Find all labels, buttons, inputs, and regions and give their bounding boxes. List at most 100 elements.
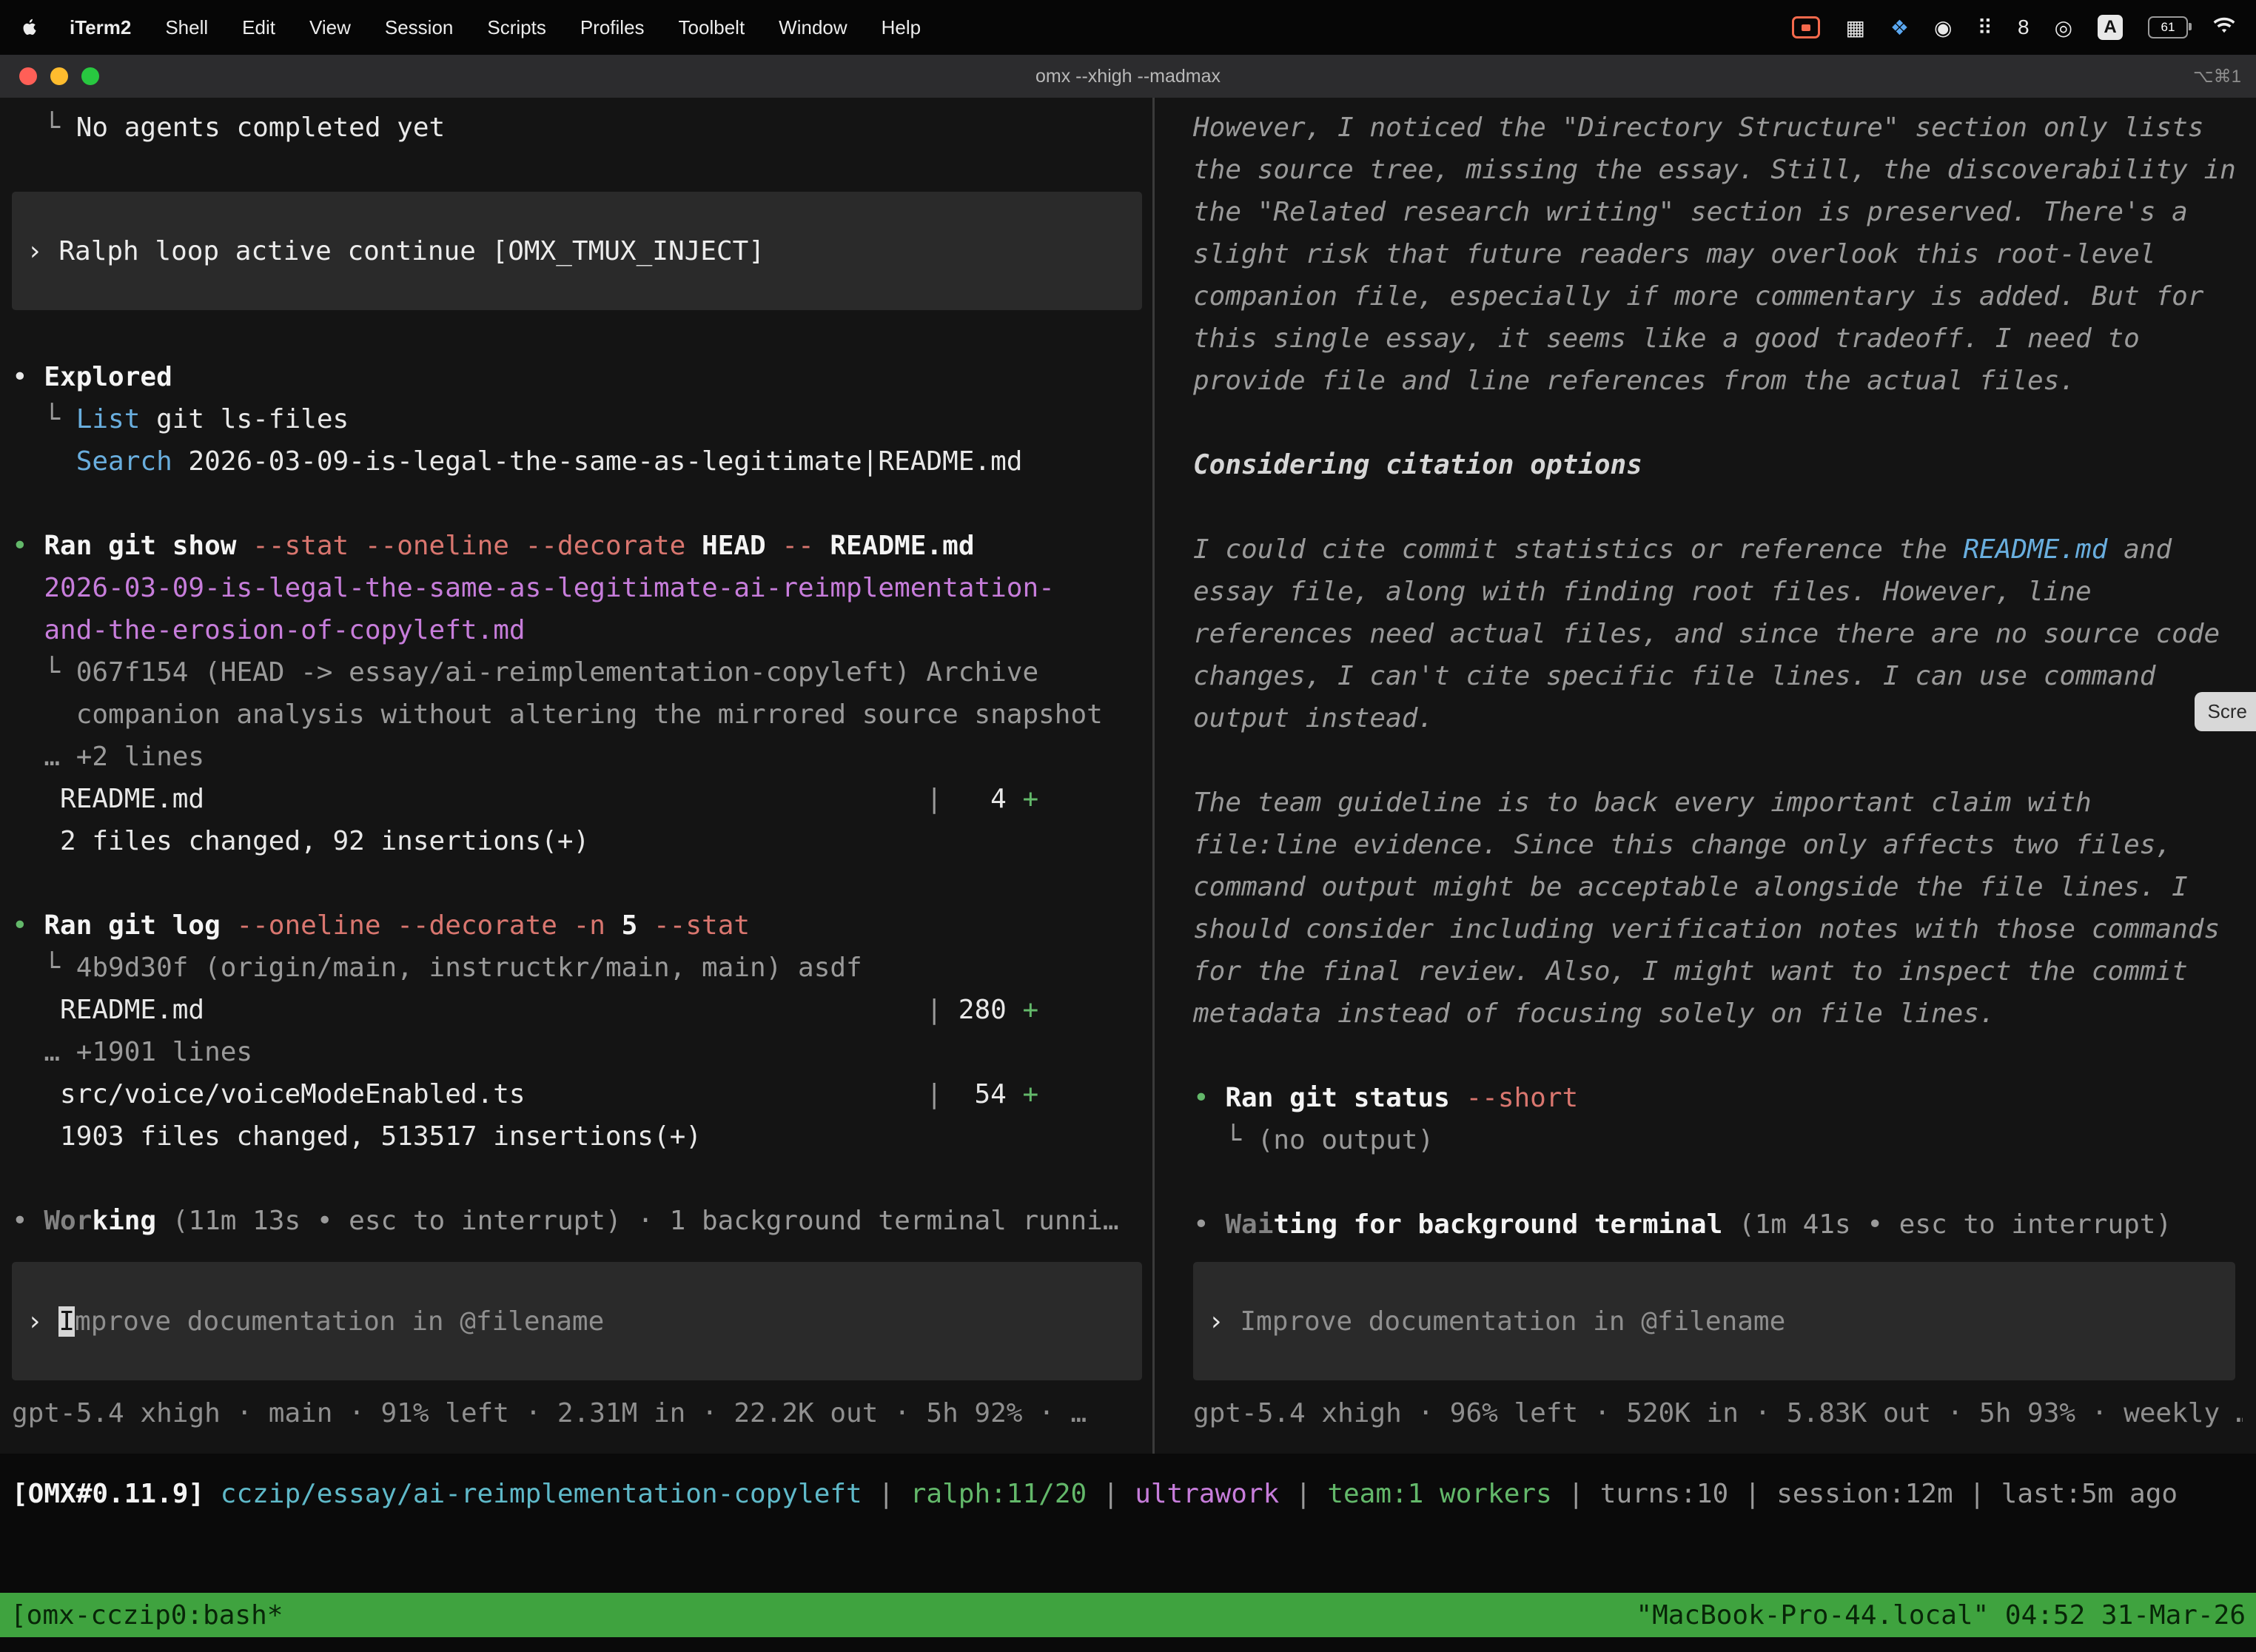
reasoning-paragraph: I could cite commit statistics or refere… [1193, 528, 2243, 739]
terminal-output-left: • Explored └ List git ls-files Search 20… [12, 356, 1149, 1242]
close-button[interactable] [19, 67, 37, 85]
menu-view[interactable]: View [309, 16, 351, 39]
text-segment: └ [1193, 1125, 1258, 1155]
terminal-line: README.md | 280 + [12, 989, 1149, 1031]
disc-icon[interactable]: ◉ [1934, 16, 1952, 40]
text-segment: • [12, 531, 44, 561]
text-segment: | [1728, 1479, 1776, 1509]
text-segment: ralph:11/20 [910, 1479, 1087, 1509]
terminal-line: └ 067f154 (HEAD -> essay/ai-reimplementa… [12, 651, 1149, 694]
menu-session[interactable]: Session [385, 16, 454, 39]
wifi-icon[interactable] [2213, 16, 2235, 39]
battery-percent: 61 [2161, 20, 2175, 35]
text-segment: No agents completed yet [76, 113, 446, 143]
text-segment: turns:10 [1600, 1479, 1728, 1509]
text-segment: 067f154 (HEAD -> essay/ai-reimplementati… [76, 657, 1038, 688]
text-segment: 5 [622, 910, 654, 941]
traffic-lights [19, 67, 99, 85]
terminal-line [12, 862, 1149, 904]
text-segment: | [1953, 1479, 2001, 1509]
text-segment [12, 615, 44, 645]
terminal-line [12, 1158, 1149, 1200]
text-segment: └ [12, 404, 76, 434]
text-segment: team:1 workers [1327, 1479, 1551, 1509]
screen-recording-stop-icon[interactable] [1792, 16, 1820, 38]
terminal-line [12, 483, 1149, 525]
text-segment [12, 573, 44, 603]
key-icon[interactable]: 8 [2018, 16, 2030, 39]
spark-icon[interactable]: ❖ [1890, 16, 1909, 40]
text-segment: README.md [1963, 534, 2107, 565]
menu-toolbelt[interactable]: Toolbelt [679, 16, 745, 39]
text-segment: 54 [942, 1079, 1022, 1109]
tmux-host-label: "MacBook-Pro-44.local" 04:52 31-Mar-26 [1636, 1600, 2246, 1631]
text-segment: 1903 files changed, 513517 insertions(+) [12, 1121, 702, 1152]
text-segment: └ [12, 113, 76, 143]
apple-icon[interactable] [21, 15, 43, 40]
text-segment: Explored [44, 362, 172, 392]
terminal-pane-left[interactable]: └ No agents completed yet › Ralph loop a… [0, 98, 1152, 1454]
terminal-line: and-the-erosion-of-copyleft.md [12, 609, 1149, 651]
menu-help[interactable]: Help [882, 16, 921, 39]
menu-window[interactable]: Window [779, 16, 847, 39]
menu-list: iTerm2 Shell Edit View Session Scripts Profile… [70, 16, 921, 39]
text-segment: The team guideline is to back every impo… [1193, 788, 2220, 1029]
tmux-session-label: [omx-cczip0:bash* [10, 1600, 283, 1631]
zoom-button[interactable] [81, 67, 99, 85]
text-segment: | [926, 784, 942, 814]
text-segment: last:5m ago [2001, 1479, 2178, 1509]
prompt-input-right[interactable]: › Improve documentation in @filename [1193, 1262, 2235, 1380]
terminal-line: └ List git ls-files [12, 398, 1149, 440]
text-segment: 4b9d30f (origin/main, instructkr/main, m… [76, 953, 862, 983]
menu-iterm2[interactable]: iTerm2 [70, 16, 131, 39]
text-segment: src/voice/voiceModeEnabled.ts [12, 1079, 526, 1109]
terminal-line: src/voice/voiceModeEnabled.ts | 54 + [12, 1073, 1149, 1115]
prompt-area-right: › Improve documentation in @filename gpt… [1193, 1262, 2243, 1454]
text-segment: | [1087, 1479, 1135, 1509]
menu-scripts[interactable]: Scripts [487, 16, 545, 39]
text-segment: (11m 13s • esc to interrupt) · 1 backgro… [156, 1206, 1118, 1236]
terminal-line: • Working (11m 13s • esc to interrupt) ·… [12, 1200, 1149, 1242]
text-segment [526, 1079, 927, 1109]
text-segment: List [76, 404, 141, 434]
dots-grid-icon[interactable]: ⠿ [1977, 16, 1993, 40]
text-segment: --oneline --decorate [236, 910, 573, 941]
window-grid-icon[interactable]: ▦ [1845, 16, 1864, 40]
text-segment: --stat [654, 910, 750, 941]
input-source-icon[interactable]: A [2098, 15, 2123, 40]
prompt-input-left[interactable]: › Improve documentation in @filename [12, 1262, 1142, 1380]
terminal-line: README.md | 4 + [12, 778, 1149, 820]
text-segment: | [862, 1479, 910, 1509]
text-segment: | [1279, 1479, 1327, 1509]
text-segment: companion analysis without altering the … [12, 699, 1103, 730]
terminal-pane-right[interactable]: However, I noticed the "Directory Struct… [1155, 98, 2256, 1454]
prompt-ghost-text: mprove documentation in @filename [75, 1306, 604, 1337]
prompt-ghost-text: Improve documentation in @filename [1240, 1306, 1785, 1337]
text-segment [204, 995, 926, 1025]
minimize-button[interactable] [50, 67, 68, 85]
menu-shell[interactable]: Shell [165, 16, 208, 39]
text-segment: git show [108, 531, 252, 561]
terminal-line: • Explored [12, 356, 1149, 398]
text-segment: (1m 41s • esc to interrupt) [1722, 1209, 2172, 1240]
text-segment: cczip/essay/ai-reimplementation-copyleft [221, 1479, 862, 1509]
text-segment: README.md [12, 784, 204, 814]
terminal-line [1193, 1161, 2243, 1203]
terminal-line: Search 2026-03-09-is-legal-the-same-as-l… [12, 440, 1149, 483]
text-segment: Search [76, 446, 172, 477]
clock-icon[interactable]: ◎ [2055, 16, 2072, 40]
text-segment: git ls-files [140, 404, 349, 434]
text-segment: 2026-03-09-is-legal-the-same-as-legitima… [172, 446, 1023, 477]
menu-profiles[interactable]: Profiles [580, 16, 645, 39]
omx-status-bar: [OMX#0.11.9] cczip/essay/ai-reimplementa… [12, 1473, 2256, 1515]
text-segment: 2026-03-09-is-legal-the-same-as-legitima… [44, 573, 1054, 603]
text-segment [12, 446, 76, 477]
text-segment: -n [574, 910, 622, 941]
menu-edit[interactable]: Edit [242, 16, 275, 39]
window-shortcut-label: ⌥⌘1 [2193, 66, 2241, 87]
reasoning-heading: Considering citation options [1193, 444, 2243, 486]
battery-icon[interactable]: 61 [2148, 16, 2188, 38]
prompt-caret: › [27, 1306, 58, 1337]
window-title-bar[interactable]: omx --xhigh --madmax ⌥⌘1 [0, 55, 2256, 98]
text-segment: Wai [1225, 1209, 1273, 1240]
